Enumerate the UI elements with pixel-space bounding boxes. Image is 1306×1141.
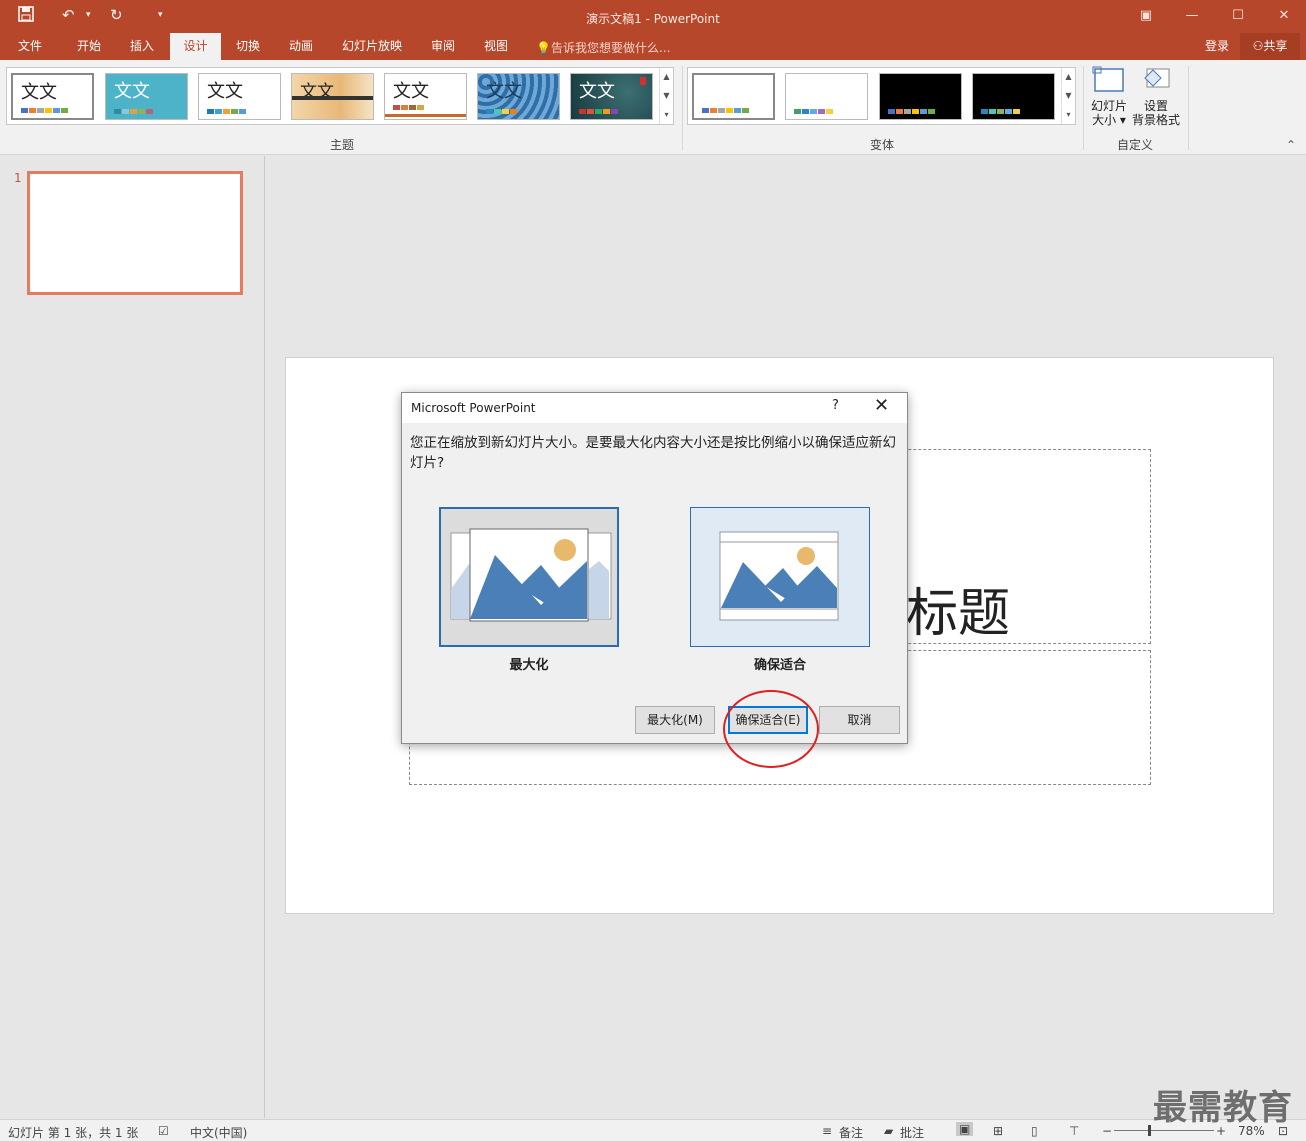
format-background-label-1: 设置: [1143, 99, 1168, 113]
themes-gallery: 文文 文文 文文 文文 文文 文文 文文 ▲ ▼ ▾: [6, 67, 674, 125]
title-bar: ↶ ▾ ↻ ▾ 演示文稿1 - PowerPoint ▣ — ☐ ✕: [0, 0, 1306, 33]
zoom-slider-thumb[interactable]: [1148, 1125, 1151, 1136]
tell-me-box[interactable]: 💡告诉我您想要做什么...: [536, 39, 670, 56]
comments-button[interactable]: 批注: [900, 1124, 924, 1141]
maximize-picture-icon: [450, 528, 612, 622]
slide-size-icon: [1092, 66, 1124, 92]
themes-scroll-up-icon[interactable]: ▲: [659, 68, 673, 86]
tab-file[interactable]: 文件: [10, 33, 50, 60]
tab-transitions[interactable]: 切换: [227, 33, 269, 60]
ensure-fit-option[interactable]: [690, 507, 870, 647]
notes-button[interactable]: 备注: [839, 1124, 863, 1141]
theme-thumb-text: 文文: [579, 81, 615, 102]
dialog-title-bar: Microsoft PowerPoint ? ✕: [402, 393, 907, 423]
variants-more-icon[interactable]: ▾: [1061, 106, 1075, 124]
scale-dialog: Microsoft PowerPoint ? ✕ 您正在缩放到新幻灯片大小。是要…: [401, 392, 908, 744]
notes-icon[interactable]: ≡: [822, 1124, 832, 1138]
customize-group-label: 自定义: [1116, 138, 1153, 152]
group-separator: [1083, 66, 1084, 150]
theme-slice[interactable]: 文文: [570, 73, 653, 120]
themes-group-label: 主题: [329, 138, 354, 152]
zoom-out-icon[interactable]: −: [1102, 1124, 1112, 1138]
variant-2[interactable]: [785, 73, 868, 120]
variant-3[interactable]: [879, 73, 962, 120]
theme-ion-boardroom[interactable]: 文文: [291, 73, 374, 120]
slide-sorter-icon[interactable]: ⊞: [993, 1124, 1003, 1138]
maximize-option[interactable]: [439, 507, 619, 647]
comments-icon[interactable]: ▰: [884, 1124, 893, 1138]
variants-gallery: ▲ ▼ ▾: [687, 67, 1076, 125]
lightbulb-icon: 💡: [536, 41, 551, 55]
reading-view-icon[interactable]: ▯: [1031, 1124, 1038, 1138]
theme-integral[interactable]: 文文: [198, 73, 281, 120]
share-button[interactable]: ⚇共享: [1240, 33, 1300, 60]
normal-view-icon[interactable]: ▣: [956, 1122, 974, 1136]
ribbon: 文文 文文 文文 文文 文文 文文 文文 ▲ ▼ ▾ 主题 ▲ ▼ ▾ 变体 幻…: [0, 60, 1306, 155]
slide-number: 1: [14, 171, 22, 185]
language-status[interactable]: 中文(中国): [190, 1124, 247, 1141]
close-button[interactable]: ✕: [1264, 4, 1304, 28]
highlight-circle: [723, 690, 819, 768]
theme-organic[interactable]: 文文: [384, 73, 467, 120]
format-background-button[interactable]: 设置 背景格式: [1131, 66, 1181, 127]
maximize-option-label: 最大化: [509, 658, 549, 673]
dialog-title: Microsoft PowerPoint: [411, 401, 536, 415]
theme-office[interactable]: 文文: [11, 73, 94, 120]
format-background-label-2: 背景格式: [1131, 113, 1180, 127]
maximize-button[interactable]: 最大化(M): [635, 706, 715, 734]
tab-view[interactable]: 视图: [475, 33, 517, 60]
maximize-button[interactable]: ☐: [1218, 4, 1258, 28]
collapse-ribbon-icon[interactable]: ⌃: [1286, 138, 1296, 152]
group-separator: [1188, 66, 1189, 150]
theme-thumb-text: 文文: [21, 82, 57, 103]
tab-insert[interactable]: 插入: [121, 33, 163, 60]
slide-thumbnail[interactable]: [27, 171, 243, 295]
ribbon-tabs: 文件 开始 插入 设计 切换 动画 幻灯片放映 审阅 视图 💡告诉我您想要做什么…: [0, 33, 1306, 60]
themes-scroll-down-icon[interactable]: ▼: [659, 87, 673, 105]
variant-4[interactable]: [972, 73, 1055, 120]
themes-more-icon[interactable]: ▾: [659, 106, 673, 124]
variants-scroll-down-icon[interactable]: ▼: [1061, 87, 1075, 105]
share-label: 共享: [1263, 39, 1288, 53]
ribbon-display-options-icon[interactable]: ▣: [1126, 4, 1166, 28]
tab-design[interactable]: 设计: [170, 33, 221, 60]
slideshow-view-icon[interactable]: ⊤: [1069, 1124, 1079, 1138]
ensure-fit-option-label: 确保适合: [753, 658, 806, 673]
spellcheck-icon[interactable]: ☑: [158, 1124, 169, 1138]
person-icon: ⚇: [1252, 39, 1264, 53]
slide-size-button[interactable]: 幻灯片 大小 ▾: [1089, 66, 1129, 127]
tell-me-text: 告诉我您想要做什么...: [550, 41, 671, 55]
format-background-icon: [1144, 68, 1170, 88]
signin-link[interactable]: 登录: [1196, 33, 1238, 60]
cancel-button[interactable]: 取消: [819, 706, 900, 734]
status-bar: 幻灯片 第 1 张，共 1 张 ☑ 中文(中国) ≡ 备注 ▰ 批注 ▣ ⊞ ▯…: [0, 1119, 1306, 1141]
variants-scroll-up-icon[interactable]: ▲: [1061, 68, 1075, 86]
theme-thumb-text: 文文: [486, 81, 522, 102]
variant-1[interactable]: [692, 73, 775, 120]
help-icon[interactable]: ?: [832, 398, 839, 413]
theme-thumb-text: 文文: [207, 81, 243, 102]
slide-size-label-1: 幻灯片: [1090, 99, 1127, 113]
slide-count-status: 幻灯片 第 1 张，共 1 张: [8, 1126, 139, 1140]
theme-facet[interactable]: 文文: [105, 73, 188, 120]
tab-animations[interactable]: 动画: [280, 33, 322, 60]
minimize-button[interactable]: —: [1172, 4, 1212, 28]
slide-size-label-2: 大小 ▾: [1092, 113, 1126, 127]
group-separator: [682, 66, 683, 150]
dialog-close-icon[interactable]: ✕: [874, 395, 889, 416]
tab-review[interactable]: 审阅: [422, 33, 464, 60]
theme-thumb-text: 文文: [393, 81, 429, 102]
dialog-message: 您正在缩放到新幻灯片大小。是要最大化内容大小还是按比例缩小以确保适应新幻灯片?: [410, 435, 896, 471]
variants-group-label: 变体: [869, 138, 894, 152]
document-title: 演示文稿1 - PowerPoint: [586, 12, 720, 26]
watermark-logo: 最需教育: [1153, 1088, 1293, 1128]
zoom-slider[interactable]: [1114, 1130, 1214, 1131]
tab-home[interactable]: 开始: [68, 33, 110, 60]
theme-retrospect[interactable]: 文文: [477, 73, 560, 120]
slide-thumbnail-pane: 1: [0, 156, 265, 1118]
title-placeholder-text: 标题: [906, 584, 1011, 644]
theme-thumb-text: 文文: [114, 81, 150, 102]
ensure-fit-picture-icon: [719, 531, 839, 621]
tab-slideshow[interactable]: 幻灯片放映: [336, 33, 408, 60]
